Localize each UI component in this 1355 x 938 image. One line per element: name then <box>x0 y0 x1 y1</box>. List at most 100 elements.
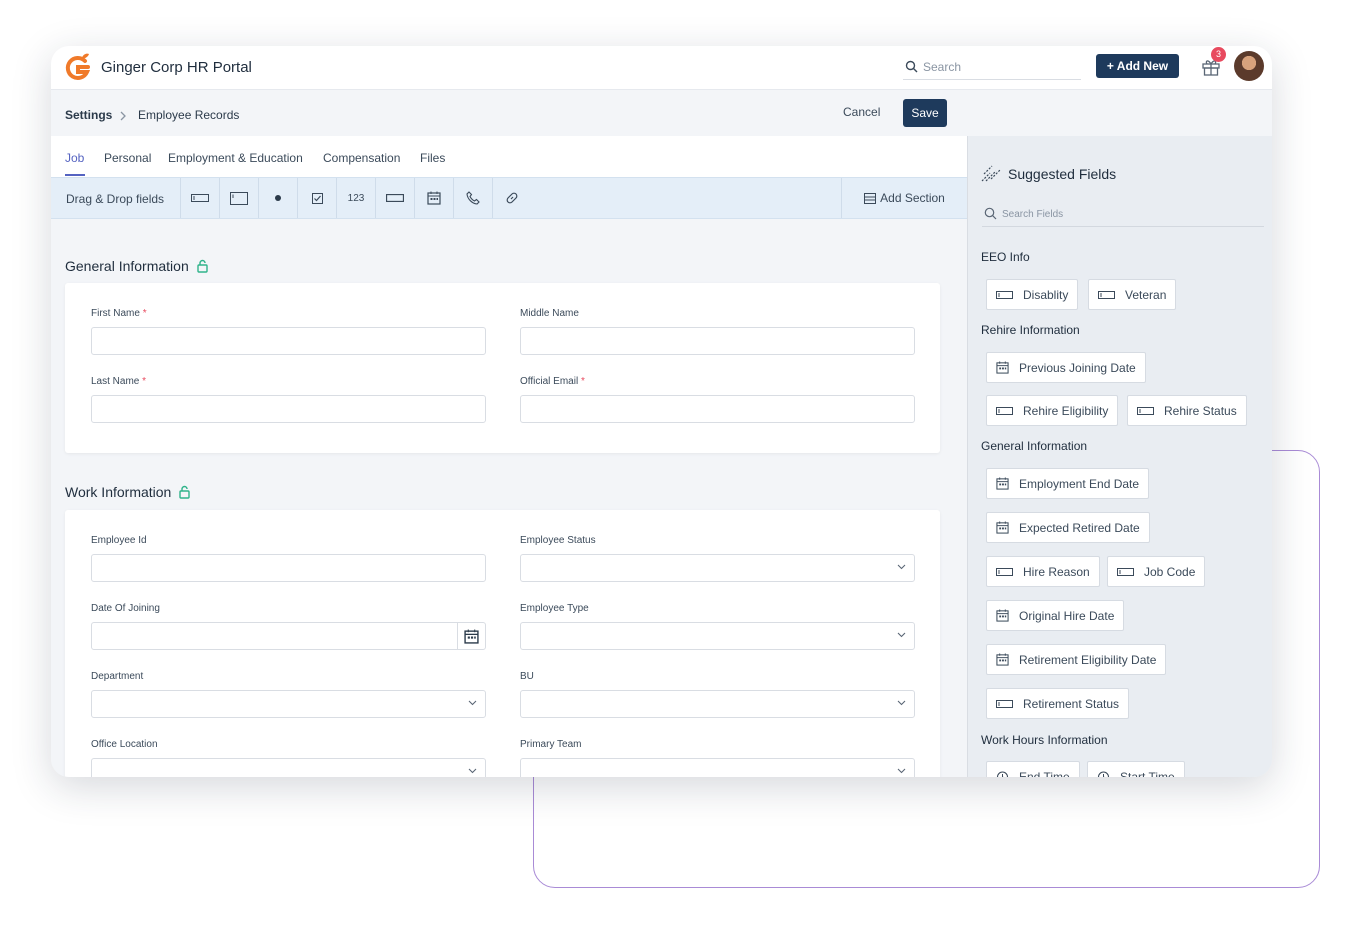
suggested-field-chip[interactable]: Expected Retired Date <box>986 512 1150 543</box>
suggested-field-label: Hire Reason <box>1023 564 1090 579</box>
general-info-card: First Name * Middle Name Last Name * Off… <box>65 283 940 453</box>
suggested-field-label: Job Code <box>1144 564 1196 579</box>
suggested-field-chip[interactable]: Rehire Eligibility <box>986 395 1119 426</box>
general-info-title: General Information <box>65 258 208 274</box>
department-label: Department <box>91 671 144 682</box>
suggested-field-label: End Time <box>1019 769 1070 778</box>
radio-icon <box>275 195 281 201</box>
clock-icon <box>996 770 1009 777</box>
calendar-icon <box>996 361 1009 374</box>
bu-label: BU <box>520 671 534 682</box>
phone-icon <box>466 191 480 205</box>
suggested-field-label: Rehire Eligibility <box>1023 403 1109 418</box>
first-name-label: First Name * <box>91 308 147 319</box>
office-location-select[interactable] <box>91 758 486 777</box>
avatar[interactable] <box>1234 51 1264 81</box>
checkbox-icon <box>311 192 323 204</box>
primary-team-select[interactable] <box>520 758 915 777</box>
tab-employment-education[interactable]: Employment & Education <box>168 151 303 165</box>
text-field-icon <box>1117 567 1134 576</box>
official-email-input[interactable] <box>520 395 915 423</box>
dropdown-tool[interactable] <box>375 178 414 218</box>
first-name-input[interactable] <box>91 327 486 355</box>
textarea-icon <box>230 191 248 205</box>
suggested-field-chip[interactable]: Rehire Status <box>1127 395 1247 426</box>
calendar-icon <box>996 609 1009 622</box>
official-email-label: Official Email * <box>520 376 585 387</box>
main-content: Job Personal Employment & Education Comp… <box>51 136 967 777</box>
last-name-input[interactable] <box>91 395 486 423</box>
suggested-field-chip[interactable]: Disablity <box>986 279 1079 310</box>
number-tool[interactable]: 123 <box>336 178 375 218</box>
middle-name-label: Middle Name <box>520 308 579 319</box>
suggested-field-chip[interactable]: Hire Reason <box>986 556 1100 587</box>
suggested-field-label: Rehire Status <box>1164 403 1237 418</box>
top-bar: Ginger Corp HR Portal + Add New 3 <box>51 46 1272 90</box>
chevron-down-icon <box>468 768 477 774</box>
suggested-field-chip[interactable]: Veteran <box>1088 279 1177 310</box>
primary-team-label: Primary Team <box>520 739 582 750</box>
checkbox-tool[interactable] <box>297 178 336 218</box>
search-icon <box>984 207 997 220</box>
calendar-icon <box>427 191 441 205</box>
suggested-field-label: Employment End Date <box>1019 476 1140 491</box>
lock-icon <box>179 485 191 499</box>
text-field-icon <box>191 194 209 202</box>
calendar-icon <box>464 629 479 644</box>
cancel-button[interactable]: Cancel <box>843 105 880 119</box>
text-field-icon <box>996 406 1013 415</box>
employee-status-label: Employee Status <box>520 535 596 546</box>
department-select[interactable] <box>91 690 486 718</box>
general-info-title-text: General Information <box>65 258 189 274</box>
date-tool[interactable] <box>414 178 453 218</box>
suggested-field-chip[interactable]: Employment End Date <box>986 468 1150 499</box>
date-picker-button[interactable] <box>457 623 485 649</box>
employee-type-select[interactable] <box>520 622 915 650</box>
tab-job[interactable]: Job <box>65 151 84 165</box>
suggested-field-chip[interactable]: Start Time <box>1087 761 1185 777</box>
suggested-field-chip[interactable]: Original Hire Date <box>986 600 1125 631</box>
save-button[interactable]: Save <box>903 99 947 127</box>
last-name-label: Last Name * <box>91 376 147 387</box>
suggested-fields-panel: Suggested Fields EEO Info Disablity Vetera… <box>967 136 1272 777</box>
link-tool[interactable] <box>492 178 531 218</box>
employee-status-select[interactable] <box>520 554 915 582</box>
search-input[interactable] <box>923 57 1079 77</box>
text-field-tool[interactable] <box>180 178 219 218</box>
fields-search[interactable] <box>982 201 1264 227</box>
chevron-down-icon <box>897 564 906 570</box>
phone-tool[interactable] <box>453 178 492 218</box>
suggested-field-chip[interactable]: Retirement Status <box>986 688 1130 719</box>
suggested-field-label: Disablity <box>1023 287 1069 302</box>
bu-select[interactable] <box>520 690 915 718</box>
add-section-button[interactable]: Add Section <box>841 178 967 218</box>
tab-files[interactable]: Files <box>420 151 445 165</box>
tab-compensation[interactable]: Compensation <box>323 151 400 165</box>
date-of-joining-input[interactable] <box>91 622 486 650</box>
breadcrumb-current: Employee Records <box>138 108 240 122</box>
global-search[interactable] <box>903 56 1081 80</box>
suggested-field-label: Veteran <box>1125 287 1167 302</box>
suggested-field-chip[interactable]: Previous Joining Date <box>986 352 1146 383</box>
sparkle-lines-icon <box>981 165 1001 182</box>
breadcrumb-settings[interactable]: Settings <box>65 108 112 122</box>
employee-id-input[interactable] <box>91 554 486 582</box>
calendar-icon <box>996 477 1009 490</box>
tab-bar: Job Personal Employment & Education Comp… <box>51 136 967 177</box>
suggested-field-chip[interactable]: Retirement Eligibility Date <box>986 644 1167 675</box>
toolbar-label: Drag & Drop fields <box>66 192 165 206</box>
suggested-group-title: General Information <box>981 439 1088 453</box>
link-icon <box>506 192 518 204</box>
tab-personal[interactable]: Personal <box>104 151 151 165</box>
suggested-group-title: Rehire Information <box>981 323 1080 337</box>
suggested-field-chip[interactable]: End Time <box>986 761 1080 777</box>
radio-tool[interactable] <box>258 178 297 218</box>
number-icon: 123 <box>347 192 365 204</box>
suggested-field-chip[interactable]: Job Code <box>1107 556 1206 587</box>
chevron-down-icon <box>897 768 906 774</box>
fields-search-input[interactable] <box>1002 205 1252 223</box>
add-new-button[interactable]: + Add New <box>1096 54 1179 78</box>
textarea-tool[interactable] <box>219 178 258 218</box>
middle-name-input[interactable] <box>520 327 915 355</box>
suggested-field-label: Retirement Status <box>1023 696 1120 711</box>
